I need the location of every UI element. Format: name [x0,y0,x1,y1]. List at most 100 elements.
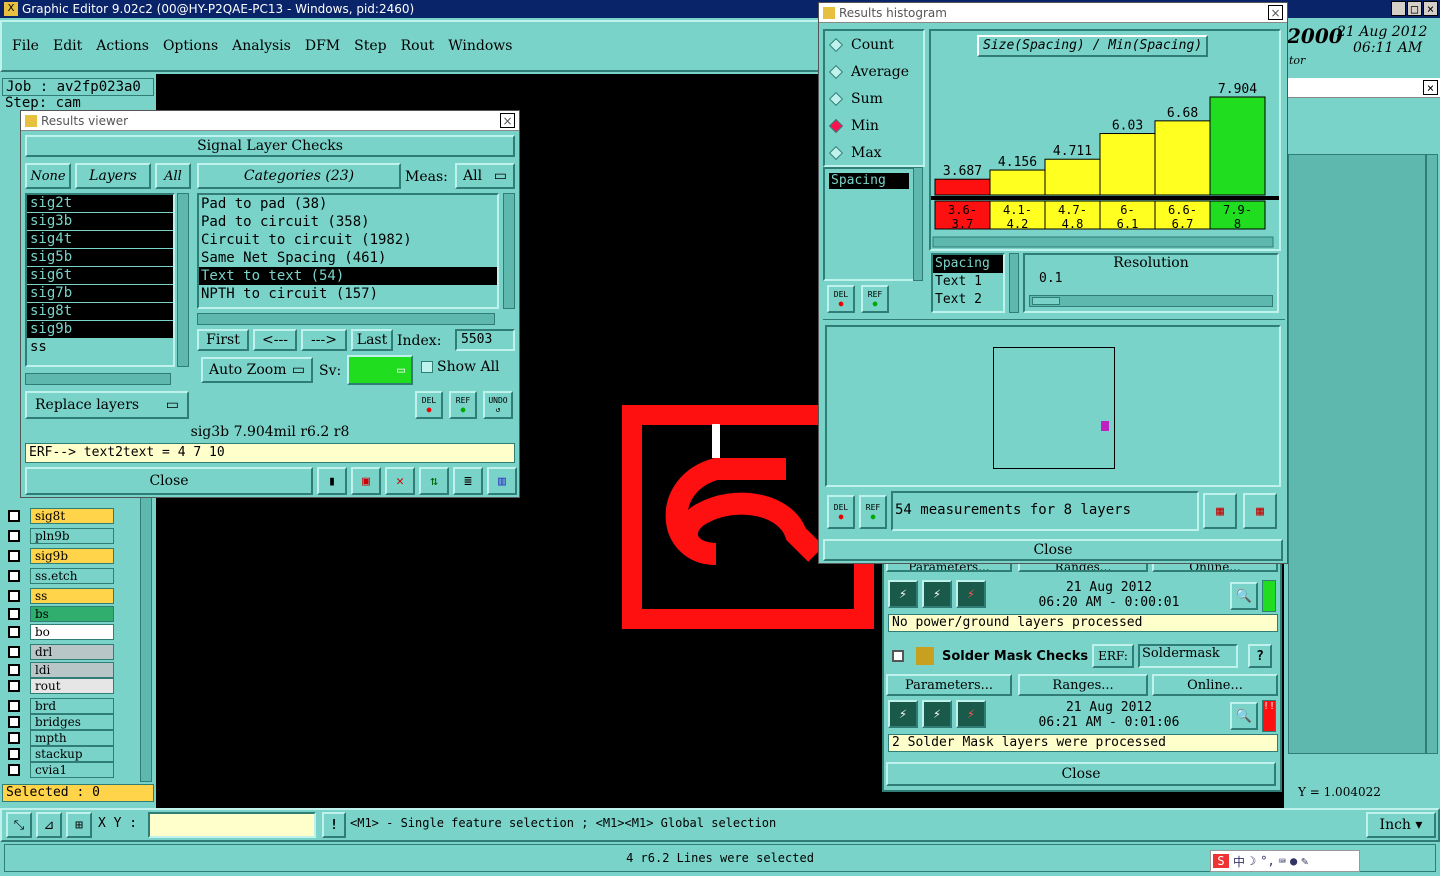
layer-name[interactable]: rout [30,678,114,694]
stop-icon[interactable]: ⚡ [956,700,986,728]
units-select[interactable]: Inch ▾ [1366,812,1436,838]
category-item[interactable]: Text to text (54) [199,267,497,285]
run-icon[interactable]: ⚡ [888,580,918,608]
menu-step[interactable]: Step [354,38,386,54]
layer-checkbox[interactable] [8,700,20,712]
histogram-icon[interactable]: ▥ [487,467,517,495]
layer-row[interactable]: ldi [8,662,114,678]
dfm-close-icon[interactable]: × [1423,80,1438,95]
category-item[interactable]: NPTH to circuit (157) [199,285,497,303]
layer-row[interactable]: bo [8,624,114,640]
sort-icon[interactable]: ⇅ [419,467,449,495]
histogram-close-icon[interactable]: × [1268,5,1283,20]
report-icon[interactable]: ≣ [453,467,483,495]
sv-color-select[interactable]: ▭ [347,355,413,385]
layer-checkbox[interactable] [8,680,20,692]
preview-del-button[interactable]: DEL ● [827,495,855,529]
layer-list-scrollbar[interactable] [177,193,189,367]
viewer-layer-item[interactable]: sig3b [27,213,173,231]
online-button-2[interactable]: Online... [1152,674,1278,696]
layer-row[interactable]: mpth [8,730,114,746]
layer-name[interactable]: mpth [30,730,114,746]
viewer-layer-item[interactable]: sig6t [27,267,173,285]
radio-min[interactable]: Min [825,112,923,139]
select-mode-icon[interactable]: ⤡ [6,812,32,838]
prev-button[interactable]: <--- [253,329,297,351]
histogram-bar[interactable] [934,178,991,196]
layer-name[interactable]: bo [30,624,114,640]
layer-name[interactable]: brd [30,698,114,714]
viewer-layer-item[interactable]: sig4t [27,231,173,249]
categories-button[interactable]: Categories (23) [197,163,401,189]
run-ranges-icon[interactable]: ⚡ [922,700,952,728]
layer-row[interactable]: bridges [8,714,114,730]
ime-toolbar[interactable]: S 中 ☽ °, ⌨ ● ✎ [1210,850,1360,872]
category-list-hscroll[interactable] [197,313,495,325]
layer-name[interactable]: pln9b [30,528,114,544]
layer-row[interactable]: sig9b [8,548,114,564]
info-icon[interactable]: ! [322,812,346,838]
layer-checkbox[interactable] [8,748,20,760]
meas-select[interactable]: All ▭ [455,163,515,189]
user-icon[interactable]: ● [1290,854,1297,868]
ime-chinese-icon[interactable]: 中 [1233,853,1245,870]
histogram-bar[interactable] [1209,96,1266,196]
layer-row[interactable]: bs [8,606,114,622]
layer-name[interactable]: sig8t [30,508,114,524]
close-icon[interactable]: × [1423,1,1438,16]
layer-checkbox[interactable] [8,590,20,602]
resolution-slider[interactable] [1029,295,1273,307]
undo-button[interactable]: UNDO ↺ [483,391,513,419]
none-button[interactable]: None [25,163,71,189]
viewer-close-icon[interactable]: × [500,113,515,128]
viewer-layer-item[interactable]: sig2t [27,195,173,213]
last-button[interactable]: Last [351,329,393,351]
radio-max[interactable]: Max [825,139,923,166]
viewer-layer-item[interactable]: sig7b [27,285,173,303]
replace-layers-select[interactable]: Replace layers ▭ [25,391,189,419]
hist-del-button[interactable]: DEL ● [827,285,855,313]
erf-field[interactable]: Soldermask [1138,644,1238,668]
param-item[interactable]: Spacing [829,173,909,189]
viewer-layer-item[interactable]: sig5b [27,249,173,267]
all-button[interactable]: All [155,163,191,189]
dfm-close-button[interactable]: Close [886,762,1276,786]
layer-name[interactable]: sig9b [30,548,114,564]
wrench-icon[interactable]: ✎ [1301,854,1308,868]
layer-row[interactable]: rout [8,678,114,694]
parameters-button-2[interactable]: Parameters... [886,674,1012,696]
highlight-icon[interactable]: ▮ [317,467,347,495]
layer-checkbox[interactable] [8,608,20,620]
help-button[interactable]: ? [1248,644,1272,668]
layer-checkbox[interactable] [8,732,20,744]
category-list-scrollbar[interactable] [503,193,515,309]
export-icon[interactable]: ▦ [1203,493,1237,529]
show-all-checkbox[interactable] [421,361,433,373]
keyboard-icon[interactable]: ⌨ [1279,854,1286,868]
radio-average[interactable]: Average [825,58,923,85]
layer-list[interactable]: sig2t sig3b sig4t sig5b sig6t sig7b sig8t sig9b… [25,193,175,367]
moon-icon[interactable]: ☽ [1249,854,1256,868]
layers-button[interactable]: Layers [75,163,151,189]
viewer-layer-item[interactable]: ss [27,339,173,357]
layer-checkbox[interactable] [8,570,20,582]
run-icon[interactable]: ⚡ [888,700,918,728]
menu-dfm[interactable]: DFM [305,38,340,54]
viewer-layer-item[interactable]: sig9b [27,321,173,339]
run-ranges-icon[interactable]: ⚡ [922,580,952,608]
stats-item[interactable]: Text 2 [933,291,1003,309]
measure-icon[interactable]: ⊿ [36,812,62,838]
histogram-bar[interactable] [1154,120,1211,196]
zoom-icon-2[interactable]: 🔍 [1230,702,1258,730]
dfm-scrollbar[interactable] [1426,154,1438,754]
menu-actions[interactable]: Actions [96,38,149,54]
radio-count[interactable]: Count [825,31,923,58]
next-button[interactable]: ---> [301,329,347,351]
layer-name[interactable]: cvia1 [30,762,114,778]
radio-sum[interactable]: Sum [825,85,923,112]
ranges-button-2[interactable]: Ranges... [1018,674,1148,696]
viewer-layer-item[interactable]: sig8t [27,303,173,321]
viewer-close-button[interactable]: Close [25,467,313,495]
layer-checkbox[interactable] [8,764,20,776]
layer-name[interactable]: ss [30,588,114,604]
